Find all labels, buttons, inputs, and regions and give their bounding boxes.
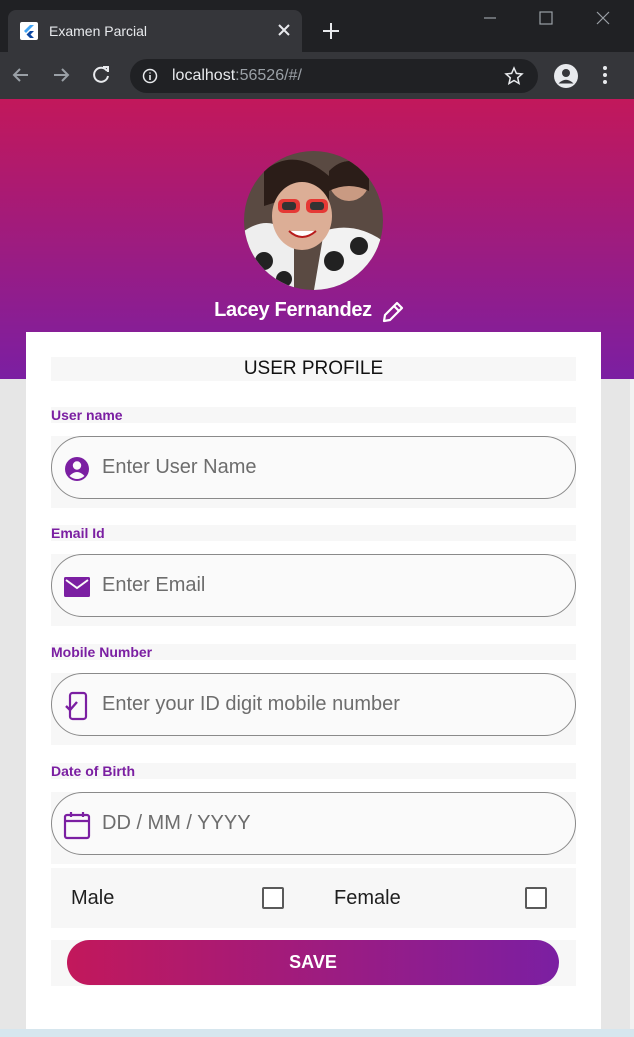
form-title: USER PROFILE xyxy=(51,357,576,381)
username-placeholder: Enter User Name xyxy=(102,456,257,478)
browser-tab[interactable]: Examen Parcial xyxy=(8,10,302,52)
edit-pencil-icon[interactable] xyxy=(380,299,406,325)
site-info-icon[interactable] xyxy=(142,68,158,84)
dob-placeholder: DD / MM / YYYY xyxy=(102,812,251,834)
profile-avatar-icon[interactable] xyxy=(554,64,578,88)
username-input[interactable]: Enter User Name xyxy=(51,436,576,499)
mobile-label: Mobile Number xyxy=(51,644,576,660)
user-profile-card: USER PROFILE User name Enter User Name E… xyxy=(26,332,601,1032)
browser-toolbar: localhost:56526/#/ xyxy=(0,52,634,99)
more-menu-icon[interactable] xyxy=(596,65,614,85)
mobile-field: Enter your ID digit mobile number xyxy=(51,673,576,745)
url-text: localhost:56526/#/ xyxy=(172,67,302,85)
mobile-check-icon xyxy=(62,691,92,721)
back-icon[interactable] xyxy=(10,64,32,86)
new-tab-icon[interactable] xyxy=(320,20,342,42)
save-button-area: SAVE xyxy=(51,940,576,986)
profile-name: Lacey Fernandez xyxy=(214,299,372,321)
bottom-strip xyxy=(0,1029,634,1037)
mobile-placeholder: Enter your ID digit mobile number xyxy=(102,693,400,715)
female-label: Female xyxy=(334,887,401,909)
username-field: Enter User Name xyxy=(51,436,576,508)
page-edge xyxy=(630,379,634,1037)
calendar-icon xyxy=(62,810,92,840)
male-label: Male xyxy=(71,887,115,909)
email-label: Email Id xyxy=(51,525,576,541)
account-circle-icon xyxy=(62,454,92,484)
forward-icon[interactable] xyxy=(50,64,72,86)
browser-tab-bar: Examen Parcial xyxy=(0,0,634,52)
email-placeholder: Enter Email xyxy=(102,574,206,596)
bookmark-star-icon[interactable] xyxy=(504,66,524,86)
tab-title: Examen Parcial xyxy=(49,23,148,39)
tab-close-icon[interactable] xyxy=(274,20,294,40)
maximize-icon[interactable] xyxy=(536,8,556,28)
email-icon xyxy=(62,572,92,602)
gender-row: Male Female xyxy=(51,868,576,928)
profile-avatar xyxy=(244,151,383,290)
email-input[interactable]: Enter Email xyxy=(51,554,576,617)
url-host: localhost xyxy=(172,67,236,84)
window-close-icon[interactable] xyxy=(593,8,613,28)
url-path: :56526/#/ xyxy=(235,67,302,84)
email-field: Enter Email xyxy=(51,554,576,626)
female-checkbox[interactable] xyxy=(525,887,547,909)
save-button[interactable]: SAVE xyxy=(67,940,559,985)
reload-icon[interactable] xyxy=(90,64,112,86)
minimize-icon[interactable] xyxy=(480,8,500,28)
username-label: User name xyxy=(51,407,576,423)
app-page: Lacey Fernandez USER PROFILE User name E… xyxy=(0,99,634,1037)
dob-input[interactable]: DD / MM / YYYY xyxy=(51,792,576,855)
male-checkbox[interactable] xyxy=(262,887,284,909)
mobile-input[interactable]: Enter your ID digit mobile number xyxy=(51,673,576,736)
dob-field: DD / MM / YYYY xyxy=(51,792,576,864)
address-bar[interactable]: localhost:56526/#/ xyxy=(130,59,538,93)
dob-label: Date of Birth xyxy=(51,763,576,779)
flutter-favicon-icon xyxy=(20,22,38,40)
